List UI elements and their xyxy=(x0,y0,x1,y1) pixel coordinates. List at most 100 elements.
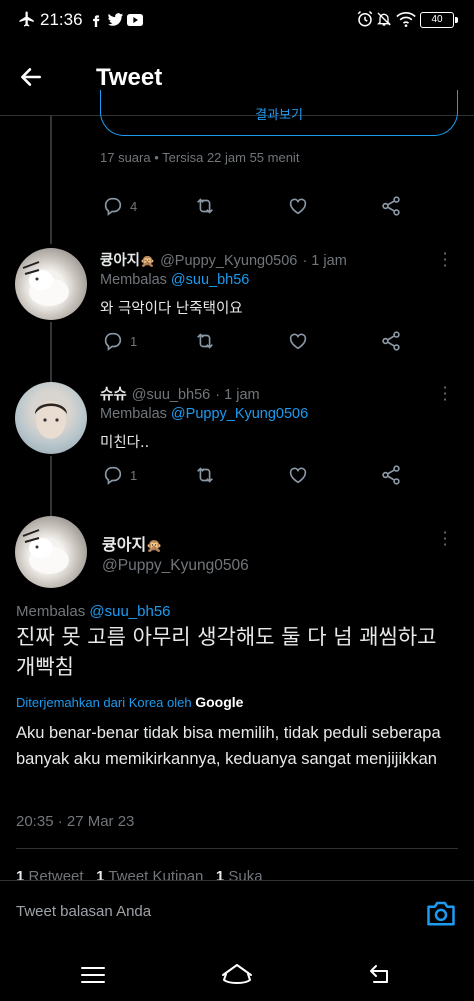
display-name[interactable]: 큥아지 xyxy=(102,535,146,554)
tweet-text: 미친다.. xyxy=(100,435,150,451)
display-name[interactable]: 슈슈 xyxy=(100,387,127,403)
monkey-emoji: 🙊 xyxy=(140,254,155,268)
retweet-button[interactable] xyxy=(194,329,216,353)
poll-view-results-button[interactable]: 결과보기 xyxy=(100,90,458,136)
avatar[interactable] xyxy=(15,382,87,454)
replying-to: Membalas @Puppy_Kyung0506 xyxy=(100,406,308,422)
share-icon xyxy=(382,465,400,485)
retweet-icon xyxy=(197,467,213,483)
reply-count: 1 xyxy=(130,467,138,483)
translated-text: Aku benar-benar tidak bisa memilih, tida… xyxy=(16,724,441,768)
system-navigation-bar xyxy=(0,946,474,1001)
replying-label: Membalas xyxy=(100,406,167,422)
heart-icon xyxy=(289,467,307,484)
reply-header: 슈슈 @suu_bh56 · 1 jam xyxy=(100,383,260,404)
more-options-icon[interactable]: · · · xyxy=(441,246,449,274)
mention-link[interactable]: @suu_bh56 xyxy=(171,272,249,288)
monkey-emoji: 🙊 xyxy=(146,539,163,554)
battery-icon: 40 xyxy=(420,12,454,28)
thread-line xyxy=(50,116,52,244)
youtube-icon xyxy=(127,14,143,26)
facebook-icon xyxy=(93,15,100,27)
share-icon xyxy=(382,331,400,351)
airplane-mode-icon xyxy=(19,11,34,27)
more-options-icon[interactable]: · · · xyxy=(441,525,449,553)
dog-photo xyxy=(22,261,69,306)
status-time: 21:36 xyxy=(40,10,83,29)
share-icon xyxy=(382,196,400,216)
avatar[interactable] xyxy=(15,248,87,320)
reply-icon xyxy=(104,466,122,485)
reply-input[interactable]: Tweet balasan Anda xyxy=(16,903,151,920)
time-ago: · 1 jam xyxy=(302,253,347,269)
home-button[interactable] xyxy=(220,962,254,986)
user-handle[interactable]: @Puppy_Kyung0506 xyxy=(160,253,297,269)
tweet-text: 와 극악이다 난죽택이요 xyxy=(100,301,243,317)
replying-label: Membalas xyxy=(16,603,86,620)
wifi-icon xyxy=(396,12,416,27)
page-title: Tweet xyxy=(96,64,163,91)
replying-to: Membalas @suu_bh56 xyxy=(100,272,249,288)
camera-button[interactable] xyxy=(426,899,458,927)
status-bar: 21:36 40 xyxy=(0,0,474,44)
mention-link[interactable]: @suu_bh56 xyxy=(89,603,170,620)
person-photo xyxy=(35,401,67,439)
battery-tip xyxy=(455,17,458,23)
reply-icon xyxy=(104,332,122,351)
menu-icon xyxy=(81,967,105,983)
mute-icon xyxy=(377,12,391,26)
retweet-icon xyxy=(197,333,213,349)
alarm-icon xyxy=(357,10,373,27)
replying-to: Membalas @suu_bh56 xyxy=(16,603,171,620)
reply-composer: Tweet balasan Anda xyxy=(0,880,474,946)
reply-button[interactable]: 4 xyxy=(102,194,137,218)
share-button[interactable] xyxy=(380,194,402,218)
reply-icon xyxy=(104,197,122,216)
tweet-text: 진짜 못 고름 아무리 생각해도 둘 다 넘 괘씸하고 개빡침 xyxy=(16,625,437,679)
like-button[interactable] xyxy=(287,194,309,218)
heart-icon xyxy=(289,333,307,350)
arrow-left-icon xyxy=(21,68,41,86)
thread-line xyxy=(50,456,52,518)
back-button[interactable] xyxy=(18,64,58,96)
retweet-button[interactable] xyxy=(194,194,216,218)
share-button[interactable] xyxy=(380,463,402,487)
reply-header: 큥아지🙊 @Puppy_Kyung0506 · 1 jam xyxy=(100,249,347,270)
user-handle[interactable]: @suu_bh56 xyxy=(132,387,210,403)
time-ago: · 1 jam xyxy=(215,387,260,403)
display-name[interactable]: 큥아지 xyxy=(100,253,140,269)
share-button[interactable] xyxy=(380,329,402,353)
google-logo: Google xyxy=(195,694,244,710)
reply-button[interactable]: 1 xyxy=(102,463,137,487)
avatar[interactable] xyxy=(15,516,87,588)
reply-count: 4 xyxy=(130,198,138,214)
poll-meta: 17 suara • Tersisa 22 jam 55 menit xyxy=(100,150,299,165)
meta-separator: • xyxy=(154,150,163,165)
divider xyxy=(16,848,458,849)
tweet-timestamp[interactable]: 20:35 · 27 Mar 23 xyxy=(16,813,134,830)
translation-attribution: Diterjemahkan dari Korea oleh Google xyxy=(16,694,243,710)
replying-label: Membalas xyxy=(100,272,167,288)
home-icon xyxy=(222,964,252,984)
retweet-icon xyxy=(197,198,213,214)
mention-link[interactable]: @Puppy_Kyung0506 xyxy=(171,406,308,422)
back-nav-button[interactable] xyxy=(368,962,394,986)
translation-label: Diterjemahkan dari Korea oleh xyxy=(16,695,192,710)
dog-photo xyxy=(22,529,69,574)
menu-button[interactable] xyxy=(80,964,106,986)
twitter-icon xyxy=(107,13,124,26)
author-name-row: 큥아지🙊 xyxy=(102,531,162,555)
user-handle[interactable]: @Puppy_Kyung0506 xyxy=(102,557,249,575)
poll-votes: 17 suara xyxy=(100,150,151,165)
camera-icon xyxy=(427,901,455,926)
reply-count: 1 xyxy=(130,333,138,349)
thread-line xyxy=(50,322,52,384)
retweet-button[interactable] xyxy=(194,463,216,487)
more-options-icon[interactable]: · · · xyxy=(441,380,449,408)
heart-icon xyxy=(289,198,307,215)
like-button[interactable] xyxy=(287,329,309,353)
poll-remaining: Tersisa 22 jam 55 menit xyxy=(162,150,300,165)
like-button[interactable] xyxy=(287,463,309,487)
battery-level: 40 xyxy=(431,14,443,25)
reply-button[interactable]: 1 xyxy=(102,329,137,353)
